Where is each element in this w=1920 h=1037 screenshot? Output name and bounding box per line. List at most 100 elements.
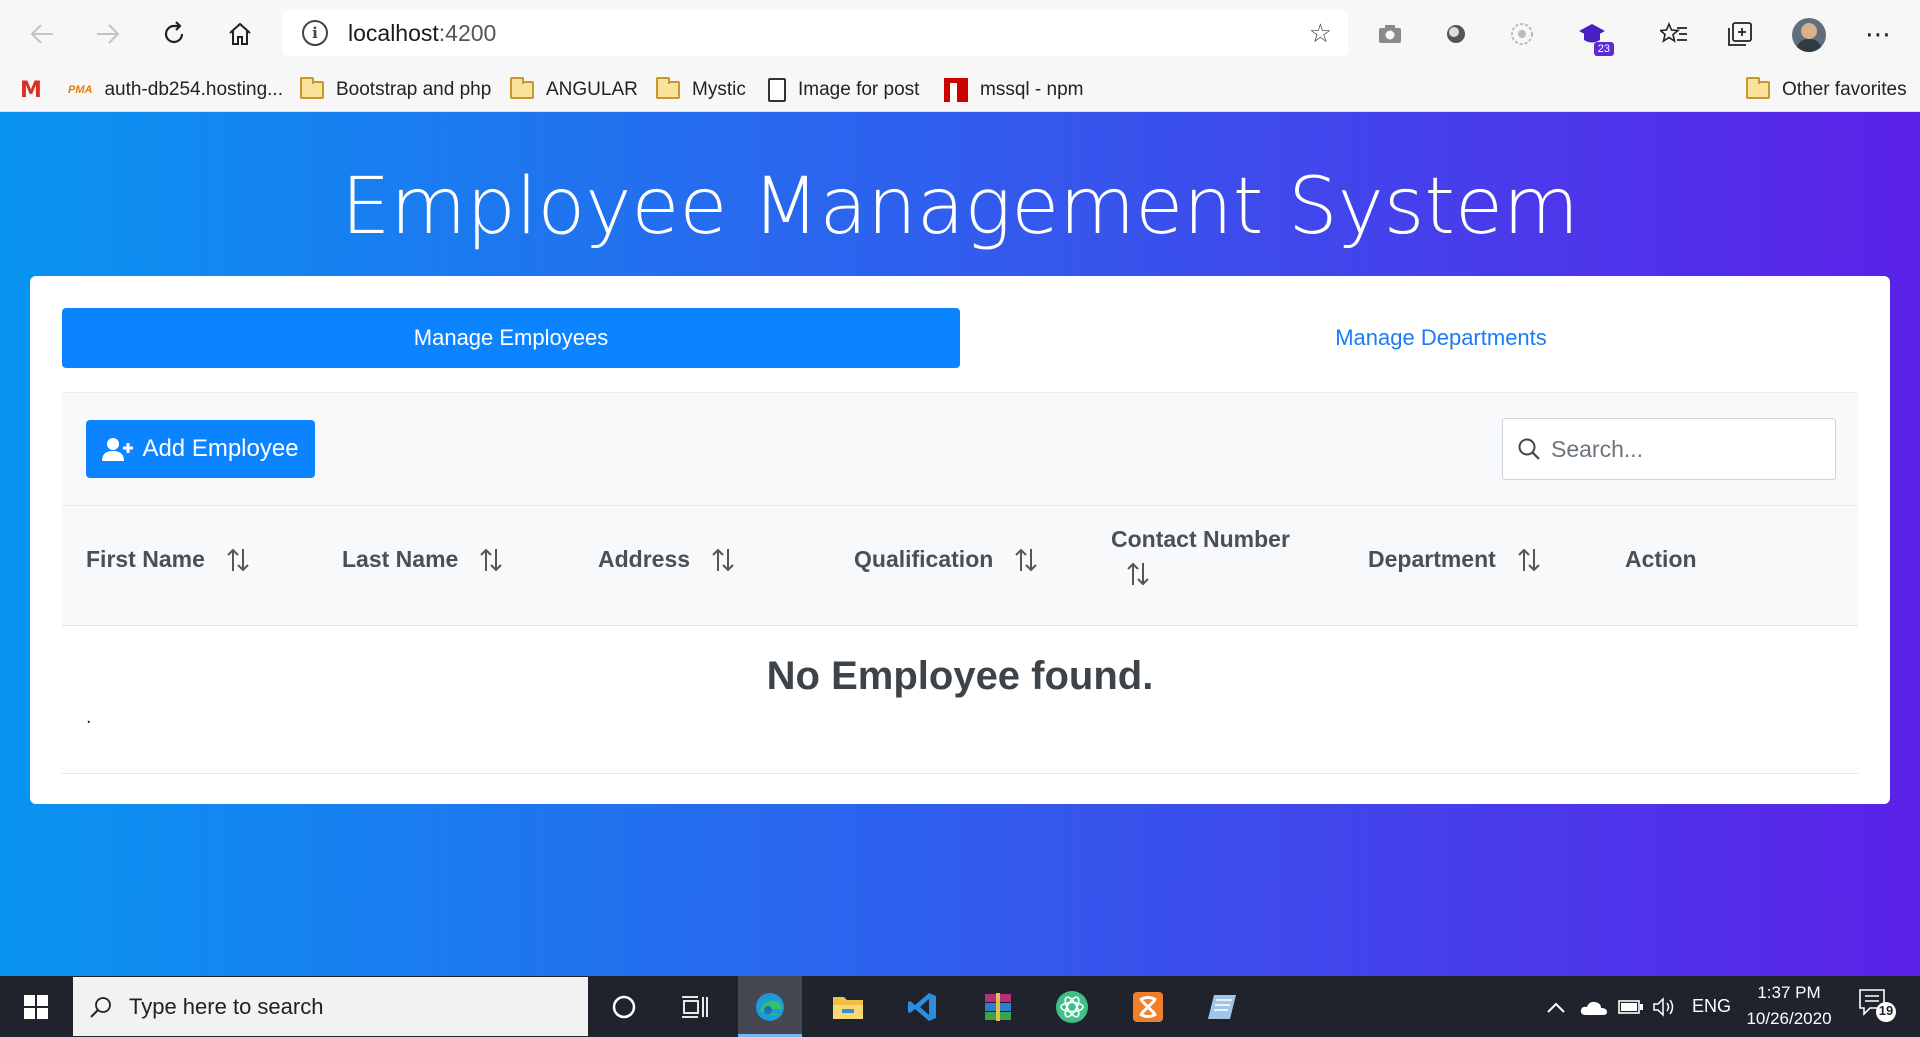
tab-manage-employees[interactable]: Manage Employees xyxy=(62,308,960,368)
search-field[interactable] xyxy=(1502,418,1836,480)
bookmark-label: ANGULAR xyxy=(546,79,638,100)
atom-icon[interactable] xyxy=(1040,976,1104,1037)
back-arrow-icon xyxy=(30,24,53,44)
bookmark-mystic[interactable]: Mystic xyxy=(656,68,746,112)
main-card: Manage Employees Manage Departments Add … xyxy=(30,276,1890,804)
tray-overflow-icon[interactable] xyxy=(1546,976,1566,1037)
system-clock[interactable]: 1:37 PM 10/26/2020 xyxy=(1734,980,1844,1032)
favorite-star-icon[interactable]: ☆ xyxy=(1309,18,1332,49)
gmail-icon: M xyxy=(20,77,42,103)
bookmark-label: Other favorites xyxy=(1782,79,1907,100)
add-employee-button[interactable]: Add Employee xyxy=(86,420,315,478)
search-icon xyxy=(89,995,113,1019)
volume-icon[interactable] xyxy=(1652,976,1676,1037)
column-label: Last Name xyxy=(342,546,459,572)
battery-icon[interactable] xyxy=(1618,976,1644,1037)
folder-icon xyxy=(510,77,534,99)
file-explorer-icon[interactable] xyxy=(816,976,880,1037)
page-icon xyxy=(768,78,786,102)
extension-graduation-icon[interactable]: 23 xyxy=(1576,18,1614,56)
back-button[interactable] xyxy=(22,14,62,54)
bookmark-other-favorites[interactable]: Other favorites xyxy=(1746,68,1907,112)
bookmark-image-for-post[interactable]: Image for post xyxy=(768,68,919,112)
sort-icon[interactable] xyxy=(225,547,251,573)
bookmark-mssql-npm[interactable]: mssql - npm xyxy=(944,68,1083,112)
bookmark-label: Image for post xyxy=(798,79,920,100)
folder-icon xyxy=(1746,77,1770,99)
notification-center-button[interactable]: 19 xyxy=(1858,988,1898,1029)
column-header-contact-number[interactable]: Contact Number xyxy=(1111,526,1290,587)
bookmark-auth-db[interactable]: PMA auth-db254.hosting... xyxy=(68,68,283,112)
profile-avatar[interactable] xyxy=(1792,18,1826,52)
onedrive-icon[interactable] xyxy=(1580,976,1608,1037)
column-label: First Name xyxy=(86,546,205,572)
home-button[interactable] xyxy=(220,14,260,54)
search-input[interactable] xyxy=(1551,435,1811,463)
windows-logo-icon xyxy=(24,994,48,1019)
more-menu-icon[interactable]: ⋯ xyxy=(1862,18,1894,50)
language-indicator[interactable]: ENG xyxy=(1692,976,1731,1037)
windows-taskbar: Type here to search ENG 1:37 PM 10/26/20 xyxy=(0,976,1920,1037)
sort-icon[interactable] xyxy=(1013,547,1039,573)
column-header-department[interactable]: Department xyxy=(1368,546,1542,573)
notepad-app-icon[interactable] xyxy=(1190,976,1254,1037)
clock-date: 10/26/2020 xyxy=(1746,1009,1832,1028)
npm-icon xyxy=(944,78,968,102)
column-header-last-name[interactable]: Last Name xyxy=(342,546,504,573)
column-header-qualification[interactable]: Qualification xyxy=(854,546,1039,573)
column-label: Qualification xyxy=(854,546,994,572)
table-body: No Employee found. . xyxy=(62,626,1858,774)
start-button[interactable] xyxy=(0,976,72,1037)
edge-browser-icon[interactable] xyxy=(738,976,802,1037)
column-label: Contact Number xyxy=(1111,526,1290,552)
bookmarks-bar: M PMA auth-db254.hosting... Bootstrap an… xyxy=(0,68,1920,112)
bookmark-gmail[interactable]: M xyxy=(20,68,54,112)
camera-icon[interactable] xyxy=(1374,18,1406,50)
phpmyadmin-icon: PMA xyxy=(68,84,93,96)
site-info-icon[interactable]: i xyxy=(302,20,328,46)
search-icon xyxy=(1517,437,1541,461)
notification-count: 19 xyxy=(1878,1003,1894,1018)
table-toolbar: Add Employee xyxy=(62,392,1858,506)
address-bar[interactable]: i localhost:4200 ☆ xyxy=(282,10,1348,56)
sort-icon[interactable] xyxy=(1125,561,1151,587)
bookmark-angular[interactable]: ANGULAR xyxy=(510,68,638,112)
vscode-icon[interactable] xyxy=(890,976,954,1037)
forward-button[interactable] xyxy=(88,14,128,54)
extension-gear-icon[interactable] xyxy=(1506,18,1538,50)
bookmark-label: Mystic xyxy=(692,79,746,100)
add-employee-label: Add Employee xyxy=(142,435,299,462)
clock-time: 1:37 PM xyxy=(1757,983,1821,1002)
sort-icon[interactable] xyxy=(710,547,736,573)
app-background: Employee Management System Manage Employ… xyxy=(0,112,1920,976)
task-view-icon[interactable] xyxy=(662,976,726,1037)
favorites-list-icon[interactable] xyxy=(1658,18,1690,50)
extension-orb-icon[interactable] xyxy=(1440,18,1472,50)
address-url[interactable]: localhost:4200 xyxy=(348,20,496,47)
cortana-icon[interactable] xyxy=(592,976,656,1037)
home-icon xyxy=(229,22,251,45)
folder-icon xyxy=(300,77,324,99)
bookmark-label: Bootstrap and php xyxy=(336,79,492,100)
collections-icon[interactable] xyxy=(1724,18,1756,50)
tab-manage-departments[interactable]: Manage Departments xyxy=(992,308,1890,368)
column-header-action: Action xyxy=(1625,546,1697,573)
table-header: First Name Last Name Address Qualificati… xyxy=(62,506,1858,626)
column-header-first-name[interactable]: First Name xyxy=(86,546,251,573)
bookmark-label: mssql - npm xyxy=(980,79,1084,100)
column-header-address[interactable]: Address xyxy=(598,546,736,573)
bookmark-label: auth-db254.hosting... xyxy=(104,79,283,100)
refresh-icon xyxy=(164,21,184,44)
xampp-icon[interactable] xyxy=(1116,976,1180,1037)
bookmark-bootstrap-php[interactable]: Bootstrap and php xyxy=(300,68,491,112)
sort-icon[interactable] xyxy=(478,547,504,573)
refresh-button[interactable] xyxy=(154,14,194,54)
page-title: Employee Management System xyxy=(341,162,1579,252)
taskbar-search[interactable]: Type here to search xyxy=(73,977,588,1036)
folder-icon xyxy=(656,77,680,99)
winrar-icon[interactable] xyxy=(966,976,1030,1037)
sort-icon[interactable] xyxy=(1516,547,1542,573)
empty-state-message: No Employee found. xyxy=(766,654,1154,698)
column-label: Action xyxy=(1625,546,1697,572)
column-label: Address xyxy=(598,546,691,572)
